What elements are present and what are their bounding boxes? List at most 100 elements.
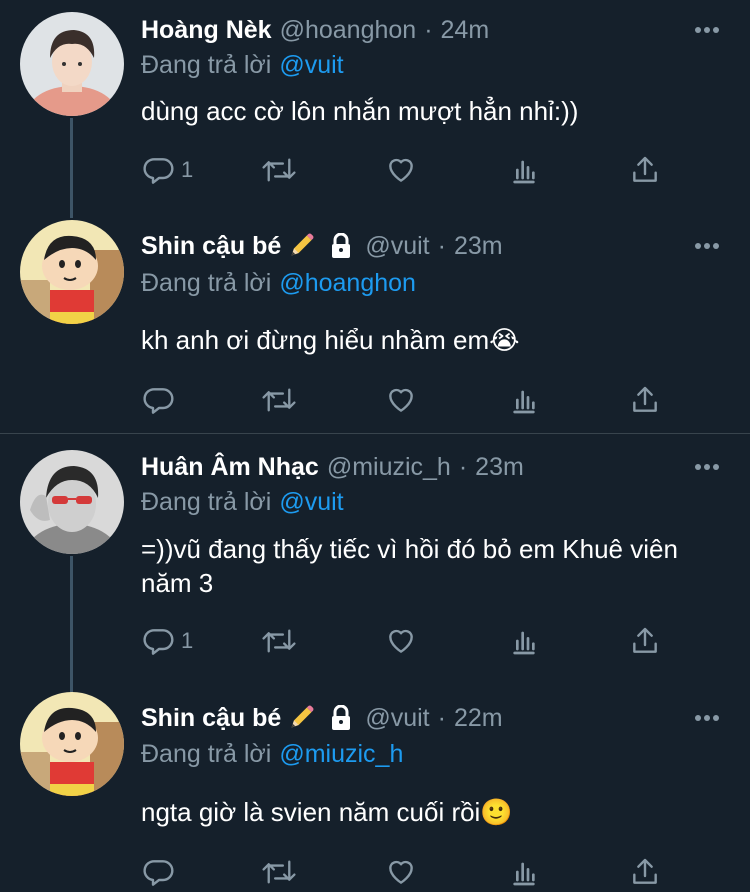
retweet-button[interactable] [261,150,297,190]
separator: · [437,231,446,260]
username[interactable]: @vuit [365,232,429,261]
action-bar [141,380,681,420]
thread-line [70,556,73,696]
mention-link[interactable]: @vuit [279,51,343,80]
separator: · [458,452,468,481]
reply-button[interactable]: 1 [143,150,193,190]
more-options-button[interactable] [694,701,720,735]
more-icon [695,243,719,249]
replying-to: Đang trả lời @vuit [141,48,344,82]
analytics-icon [513,160,535,184]
reply-count: 1 [181,628,194,653]
analytics-button[interactable] [508,380,540,420]
retweet-icon [262,860,296,884]
mention-link[interactable]: @miuzic_h [279,740,403,769]
timestamp[interactable]: 23m [475,453,524,482]
lock-icon [329,705,353,731]
timestamp[interactable]: 24m [441,16,490,45]
more-icon [695,464,719,470]
retweet-button[interactable] [261,852,297,892]
more-icon [695,715,719,721]
share-icon [633,386,657,412]
display-name[interactable]: Hoàng Nèk [141,16,272,45]
tweet-text: dùng acc cờ lôn nhắn mượt hẳn nhỉ:)) [141,96,579,126]
timestamp[interactable]: 23m [454,232,503,261]
display-name[interactable]: Shin cậu bé [141,232,281,261]
lock-icon [329,233,353,259]
heart-icon [389,629,413,653]
tweet-text: kh anh ơi đừng hiểu nhầm em😭 [141,325,520,355]
mention-link[interactable]: @hoanghon [279,269,416,298]
pencil-icon [287,704,315,732]
share-button[interactable] [629,380,661,420]
replying-to: Đang trả lời @hoanghon [141,266,416,300]
more-options-button[interactable] [694,229,720,263]
analytics-icon [513,390,535,414]
retweet-button[interactable] [261,380,297,420]
heart-icon [389,158,413,182]
retweet-button[interactable] [261,621,297,661]
username[interactable]: @vuit [365,704,429,733]
tweet[interactable]: Shin cậu bé @vuit · 22m Đang trả lời @mi… [0,684,750,891]
share-button[interactable] [629,852,661,892]
username[interactable]: @miuzic_h [327,453,451,482]
replying-label: Đang trả lời [141,50,272,79]
avatar[interactable] [20,220,124,324]
action-bar [141,852,681,892]
replying-to: Đang trả lời @miuzic_h [141,737,403,771]
more-options-button[interactable] [694,450,720,484]
replying-label: Đang trả lời [141,487,272,516]
tweet-text: ngta giờ là svien năm cuối rồi🙂 [141,797,513,827]
reply-icon [143,860,174,886]
reply-button[interactable]: 1 [143,621,193,661]
share-icon [633,627,657,653]
like-button[interactable] [385,852,417,892]
replying-label: Đang trả lời [141,739,272,768]
timestamp[interactable]: 22m [454,704,503,733]
separator: · [437,703,446,732]
username[interactable]: @hoanghon [280,16,417,45]
action-bar: 1 [141,150,681,190]
share-icon [633,858,657,884]
tweet-header: Huân Âm Nhạc @miuzic_h · 23m [141,450,524,484]
more-icon [695,27,719,33]
more-options-button[interactable] [694,13,720,47]
share-button[interactable] [629,150,661,190]
avatar[interactable] [20,12,124,116]
tweet-text: =))vũ đang thấy tiếc vì hồi đó bỏ em Khu… [141,534,678,598]
reply-count: 1 [181,157,194,182]
reply-icon [143,388,174,414]
reply-button[interactable] [143,852,181,892]
display-name[interactable]: Shin cậu bé [141,704,281,733]
tweet[interactable]: Hoàng Nèk @hoanghon · 24m Đang trả lời @… [0,0,750,218]
like-button[interactable] [385,621,417,661]
tweet-header: Hoàng Nèk @hoanghon · 24m [141,13,489,47]
separator: · [424,15,433,44]
reply-button[interactable] [143,380,181,420]
analytics-icon [513,631,535,655]
tweet[interactable]: Huân Âm Nhạc @miuzic_h · 23m Đang trả lờ… [0,434,750,696]
mention-link[interactable]: @vuit [279,488,343,517]
reply-icon [143,629,174,655]
share-button[interactable] [629,621,661,661]
tweet-header: Shin cậu bé @vuit · 22m [141,701,503,735]
pencil-icon [287,232,315,260]
replying-label: Đang trả lời [141,268,272,297]
heart-icon [389,860,413,884]
share-icon [633,156,657,182]
tweet[interactable]: Shin cậu bé @vuit · 23m Đang trả lời @ho… [0,205,750,433]
analytics-icon [513,862,535,886]
analytics-button[interactable] [508,150,540,190]
thread-line [70,118,73,218]
retweet-icon [262,388,296,412]
replying-to: Đang trả lời @vuit [141,485,344,519]
analytics-button[interactable] [508,852,540,892]
avatar[interactable] [20,450,124,554]
tweet-header: Shin cậu bé @vuit · 23m [141,229,503,263]
analytics-button[interactable] [508,621,540,661]
like-button[interactable] [385,150,417,190]
avatar[interactable] [20,692,124,796]
reply-icon [143,158,174,184]
like-button[interactable] [385,380,417,420]
display-name[interactable]: Huân Âm Nhạc [141,453,319,482]
